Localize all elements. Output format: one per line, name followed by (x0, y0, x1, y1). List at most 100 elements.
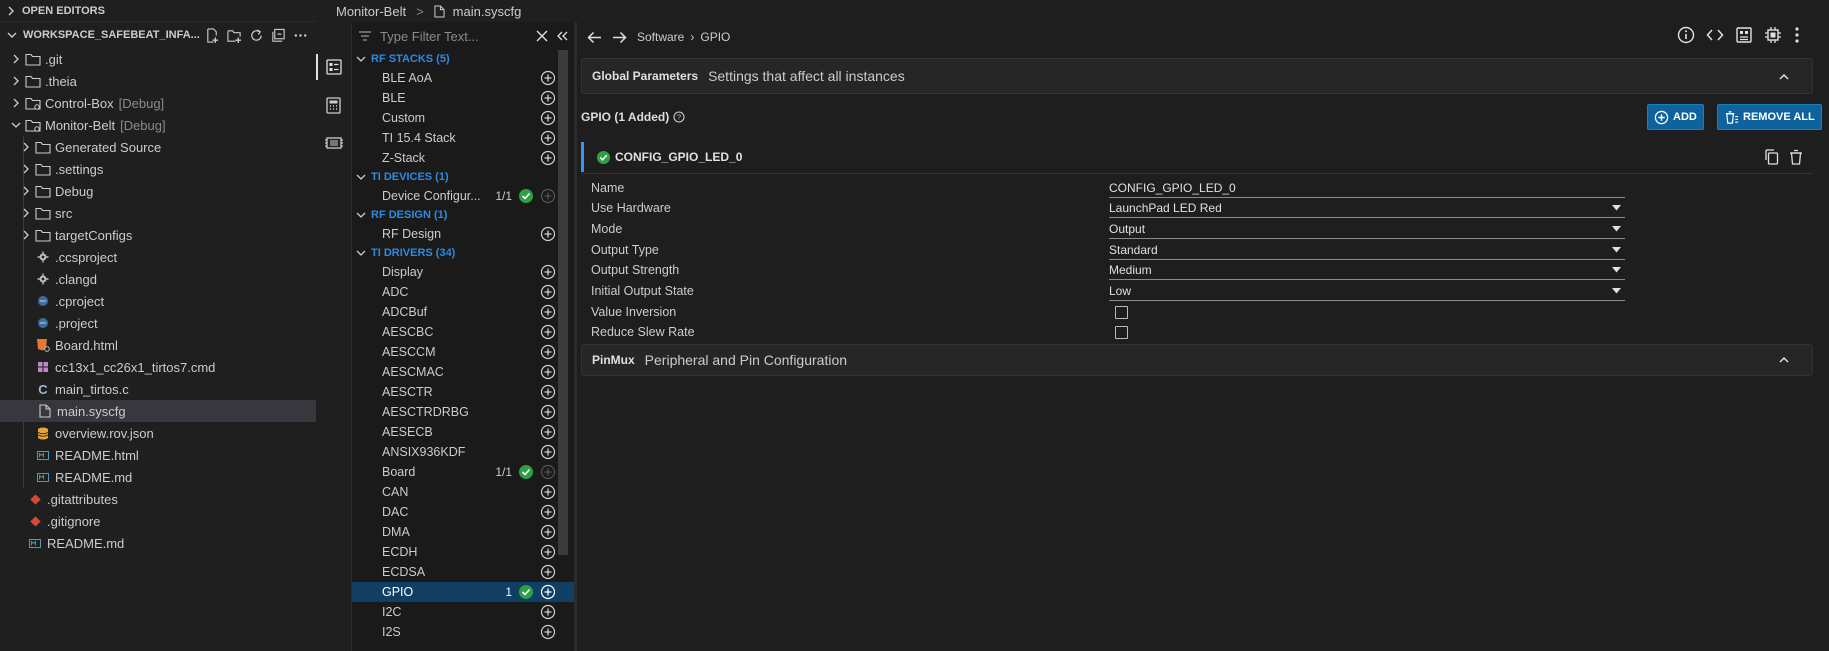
module-ecdh[interactable]: ECDH (352, 542, 574, 562)
copy-icon[interactable] (1764, 149, 1779, 165)
add-circle-icon[interactable] (540, 344, 556, 360)
module-aesctrdrbg[interactable]: AESCTRDRBG (352, 402, 574, 422)
tree-item-generated-source[interactable]: Generated Source (0, 136, 316, 158)
tree-item-readme-html[interactable]: README.html (0, 444, 316, 466)
more-vertical-icon[interactable] (1793, 26, 1801, 44)
add-circle-icon[interactable] (540, 150, 556, 166)
add-circle-icon[interactable] (540, 364, 556, 380)
module-rf-design[interactable]: RF Design (352, 224, 574, 244)
output-type-select[interactable]: Standard (1109, 240, 1625, 260)
chevron-up-icon[interactable] (1778, 71, 1790, 83)
software-view-button[interactable] (316, 48, 351, 86)
breadcrumb-file[interactable]: main.syscfg (434, 4, 521, 19)
workspace-header[interactable]: WORKSPACE_SAFEBEAT_INFA... (0, 22, 316, 48)
value-inversion-checkbox[interactable] (1115, 305, 1128, 319)
tree-item-control-box[interactable]: Control-Box [Debug] (0, 92, 316, 114)
add-circle-icon[interactable] (540, 130, 556, 146)
module-i2c[interactable]: I2C (352, 602, 574, 622)
mode-select[interactable]: Output (1109, 219, 1625, 239)
module-aescmac[interactable]: AESCMAC (352, 362, 574, 382)
add-circle-icon[interactable] (540, 564, 556, 580)
tree-item-settings[interactable]: .settings (0, 158, 316, 180)
breadcrumb-project[interactable]: Monitor-Belt (316, 4, 406, 19)
initial-output-state-select[interactable]: Low (1109, 281, 1625, 301)
module-aesecb[interactable]: AESECB (352, 422, 574, 442)
help-icon[interactable]: ? (673, 111, 685, 123)
module-ble-aoa[interactable]: BLE AoA (352, 68, 574, 88)
add-circle-icon[interactable] (540, 504, 556, 520)
collapse-all-icon[interactable] (271, 28, 286, 43)
category-ti-devices[interactable]: TI DEVICES (1) (352, 168, 574, 186)
category-rf-design[interactable]: RF DESIGN (1) (352, 206, 574, 224)
module-device-configuration[interactable]: Device Configur... 1/1 (352, 186, 574, 206)
add-instance-button[interactable]: ADD (1647, 104, 1704, 130)
module-ti-15-4-stack[interactable]: TI 15.4 Stack (352, 128, 574, 148)
add-circle-icon[interactable] (540, 384, 556, 400)
crumb-gpio[interactable]: GPIO (700, 30, 730, 44)
remove-all-button[interactable]: REMOVE ALL (1717, 104, 1822, 130)
global-parameters-section[interactable]: Global Parameters Settings that affect a… (581, 58, 1813, 94)
tree-item-git[interactable]: .git (0, 48, 316, 70)
add-circle-icon[interactable] (540, 604, 556, 620)
tree-item-ccsproject[interactable]: .ccsproject (0, 246, 316, 268)
use-hardware-select[interactable]: LaunchPad LED Red (1109, 198, 1625, 218)
tree-item-targetconfigs[interactable]: targetConfigs (0, 224, 316, 246)
new-file-icon[interactable] (205, 27, 220, 43)
tree-item-project[interactable]: .project (0, 312, 316, 334)
calculator-view-button[interactable] (316, 86, 351, 124)
module-i2s[interactable]: I2S (352, 622, 574, 642)
tree-item-debug[interactable]: Debug (0, 180, 316, 202)
tree-item-theia[interactable]: .theia (0, 70, 316, 92)
memory-view-button[interactable] (316, 124, 351, 162)
add-circle-icon[interactable] (540, 484, 556, 500)
module-dac[interactable]: DAC (352, 502, 574, 522)
tree-item-src[interactable]: src (0, 202, 316, 224)
output-strength-select[interactable]: Medium (1109, 260, 1625, 280)
tree-item-gitattributes[interactable]: .gitattributes (0, 488, 316, 510)
info-icon[interactable] (1677, 26, 1695, 44)
chip-icon[interactable] (1764, 26, 1782, 44)
tree-item-readme-md[interactable]: README.md (0, 466, 316, 488)
module-ansix936kdf[interactable]: ANSIX936KDF (352, 442, 574, 462)
back-arrow-icon[interactable] (587, 31, 602, 44)
module-ble[interactable]: BLE (352, 88, 574, 108)
gpio-instance-header[interactable]: CONFIG_GPIO_LED_0 (581, 142, 1821, 172)
add-circle-icon[interactable] (540, 444, 556, 460)
code-icon[interactable] (1706, 26, 1724, 44)
add-circle-icon[interactable] (540, 524, 556, 540)
add-circle-icon[interactable] (540, 284, 556, 300)
module-can[interactable]: CAN (352, 482, 574, 502)
add-circle-icon[interactable] (540, 304, 556, 320)
add-circle-icon[interactable] (540, 544, 556, 560)
open-editors-header[interactable]: OPEN EDITORS (0, 0, 316, 22)
module-dma[interactable]: DMA (352, 522, 574, 542)
add-circle-icon[interactable] (540, 424, 556, 440)
collapse-panel-icon[interactable] (556, 30, 568, 42)
module-list-scrollbar[interactable] (558, 50, 568, 555)
module-adcbuf[interactable]: ADCBuf (352, 302, 574, 322)
tree-item-gitignore[interactable]: .gitignore (0, 510, 316, 532)
module-display[interactable]: Display (352, 262, 574, 282)
add-circle-icon[interactable] (540, 404, 556, 420)
module-custom[interactable]: Custom (352, 108, 574, 128)
crumb-software[interactable]: Software (637, 30, 684, 44)
forward-arrow-icon[interactable] (612, 31, 627, 44)
more-icon[interactable] (293, 28, 308, 43)
module-gpio[interactable]: GPIO 1 (352, 582, 574, 602)
pinmux-section[interactable]: PinMux Peripheral and Pin Configuration (581, 344, 1813, 376)
module-ecdsa[interactable]: ECDSA (352, 562, 574, 582)
add-circle-icon[interactable] (540, 584, 556, 600)
delete-icon[interactable] (1789, 149, 1803, 165)
category-ti-drivers[interactable]: TI DRIVERS (34) (352, 244, 574, 262)
tree-item-clangd[interactable]: .clangd (0, 268, 316, 290)
board-view-icon[interactable] (1735, 26, 1753, 44)
tree-item-main-tirtos[interactable]: C main_tirtos.c (0, 378, 316, 400)
module-aesctr[interactable]: AESCTR (352, 382, 574, 402)
module-z-stack[interactable]: Z-Stack (352, 148, 574, 168)
add-circle-icon[interactable] (540, 624, 556, 640)
module-aescbc[interactable]: AESCBC (352, 322, 574, 342)
tree-item-cmd-file[interactable]: cc13x1_cc26x1_tirtos7.cmd (0, 356, 316, 378)
reduce-slew-rate-checkbox[interactable] (1115, 325, 1128, 339)
add-circle-icon[interactable] (540, 264, 556, 280)
module-aesccm[interactable]: AESCCM (352, 342, 574, 362)
